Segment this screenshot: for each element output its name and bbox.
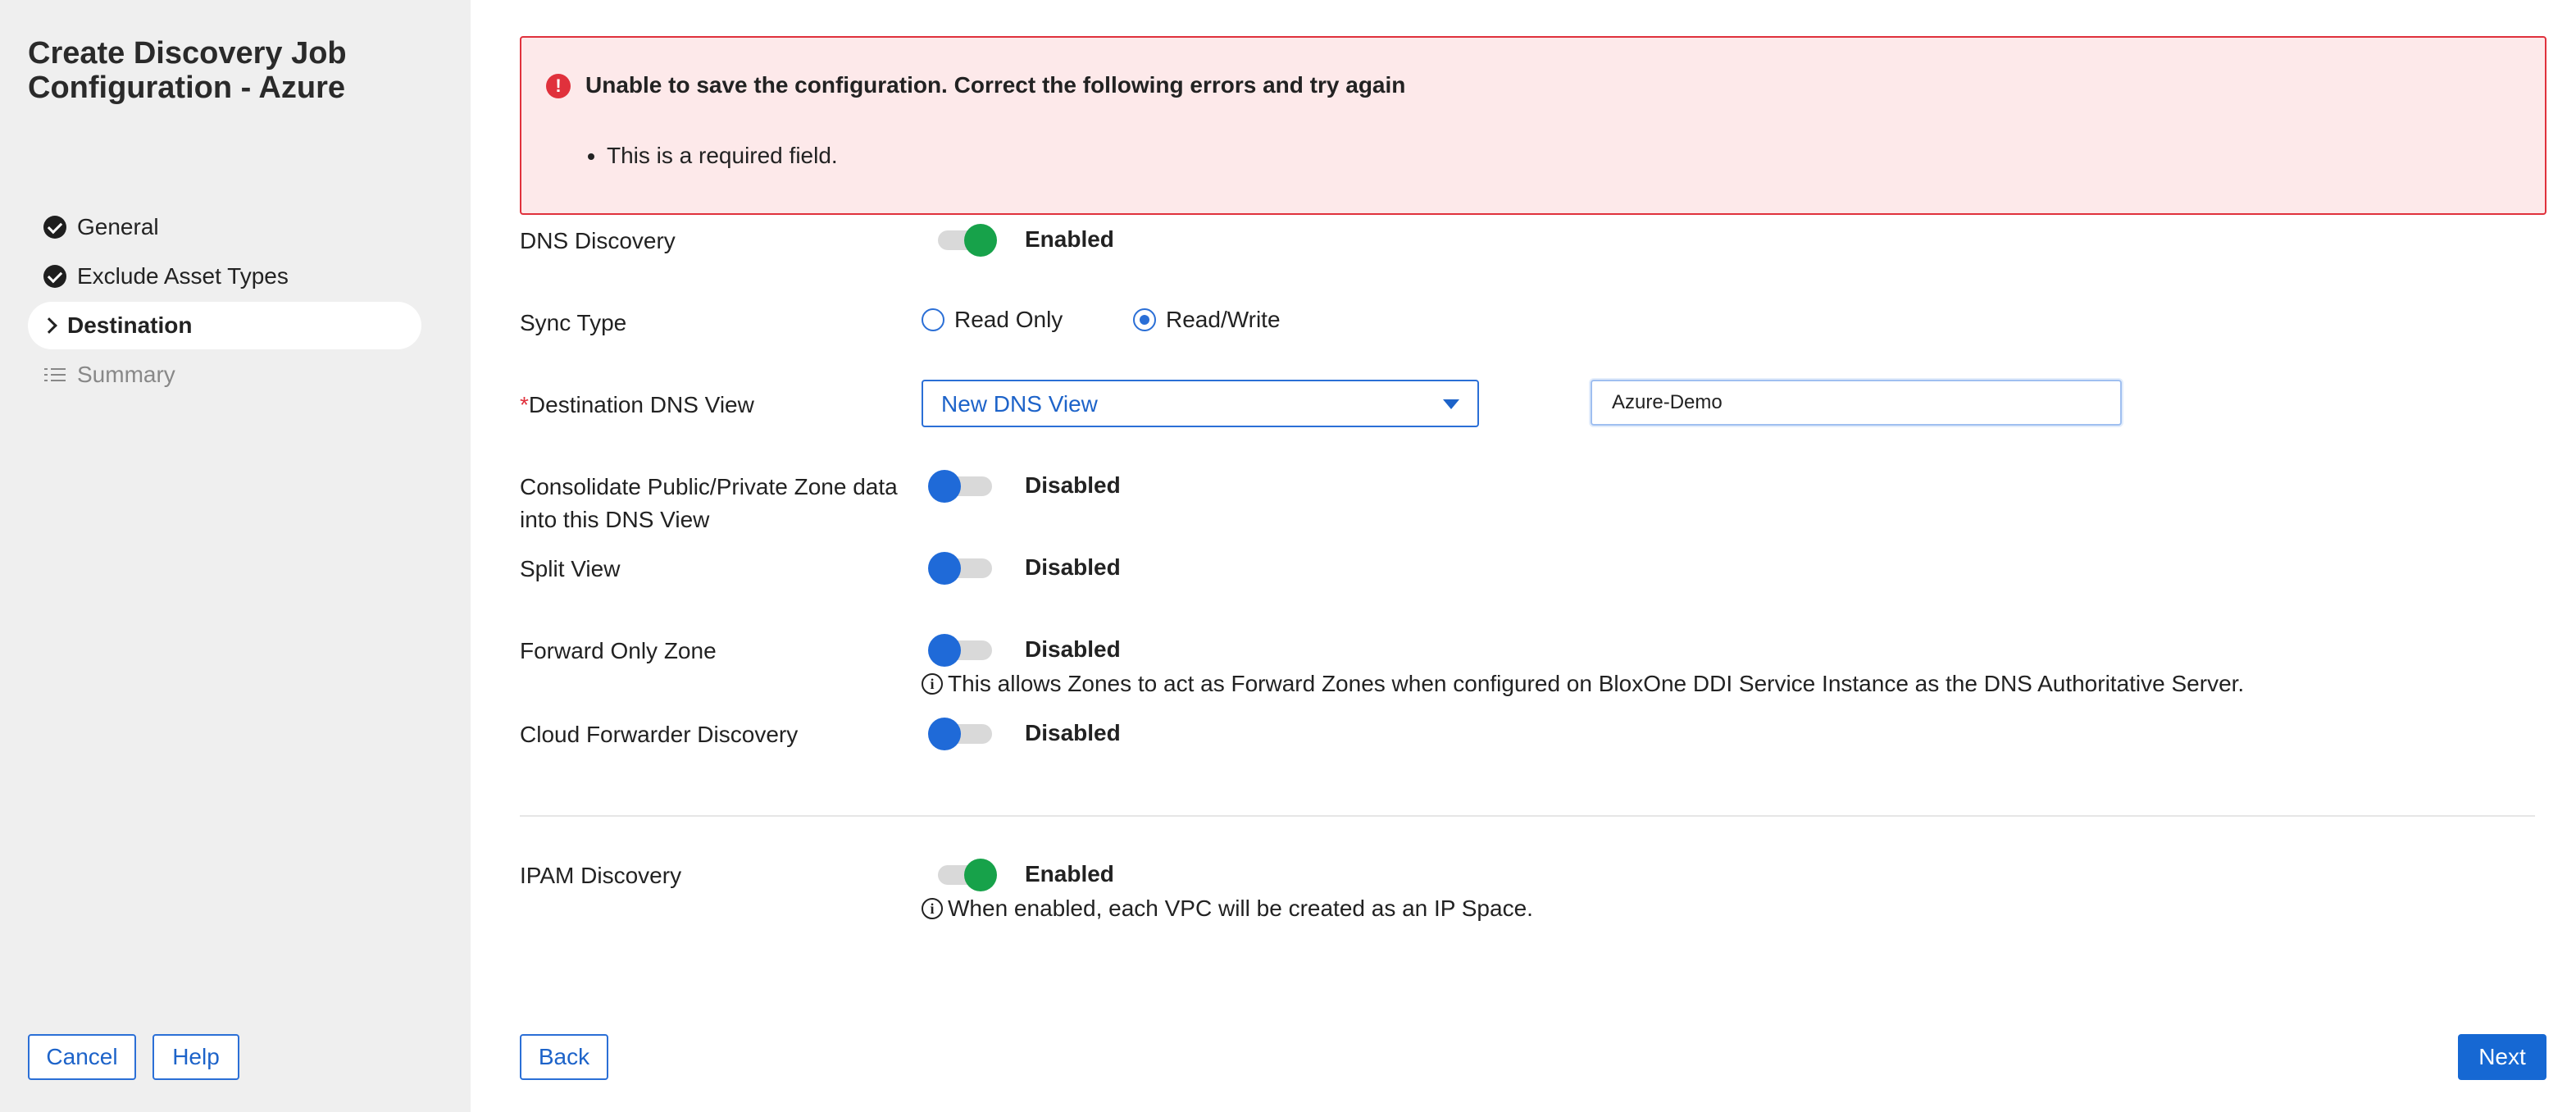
step-label: Destination — [67, 312, 193, 338]
radio-label: Read Only — [954, 307, 1063, 332]
radio-button[interactable] — [1133, 308, 1156, 331]
step-general[interactable]: General — [28, 203, 421, 251]
select-value: New DNS View — [941, 391, 1098, 417]
cloud-forwarder-state: Disabled — [1025, 720, 1121, 745]
radio-read-write[interactable]: Read/Write — [1133, 307, 1281, 333]
radio-read-only[interactable]: Read Only — [922, 307, 1063, 333]
caret-down-icon — [1443, 399, 1459, 409]
step-label: Exclude Asset Types — [77, 263, 289, 289]
error-title: Unable to save the configuration. Correc… — [585, 72, 1406, 98]
wizard-title: Create Discovery Job Configuration - Azu… — [28, 36, 347, 105]
error-item: This is a required field. — [607, 143, 838, 169]
new-dns-view-name-input[interactable] — [1591, 380, 2122, 426]
destination-dns-view-label: *Destination DNS View — [520, 389, 754, 422]
info-icon: i — [922, 673, 943, 695]
radio-button[interactable] — [922, 308, 944, 331]
label-text: Destination DNS View — [528, 392, 754, 417]
cloud-forwarder-toggle[interactable] — [926, 713, 1000, 754]
info-text: This allows Zones to act as Forward Zone… — [948, 671, 2245, 696]
dns-discovery-state: Enabled — [1025, 226, 1114, 252]
split-view-toggle[interactable] — [926, 548, 1000, 589]
step-exclude-asset-types[interactable]: Exclude Asset Types — [28, 253, 421, 300]
check-circle-icon — [43, 264, 67, 289]
consolidate-state: Disabled — [1025, 472, 1121, 498]
consolidate-toggle[interactable] — [926, 466, 1000, 507]
step-label: General — [77, 214, 159, 239]
destination-form: ! Unable to save the configuration. Corr… — [471, 0, 2576, 1112]
cloud-forwarder-label: Cloud Forwarder Discovery — [520, 722, 799, 747]
sync-type-label: Sync Type — [520, 310, 627, 335]
forward-only-zone-toggle[interactable] — [926, 630, 1000, 671]
split-view-label: Split View — [520, 556, 621, 581]
section-divider — [520, 815, 2535, 817]
step-summary: Summary — [28, 351, 421, 399]
ipam-discovery-toggle[interactable] — [926, 855, 1000, 896]
ipam-discovery-label: IPAM Discovery — [520, 863, 682, 888]
wizard-steps: General Exclude Asset Types Destination … — [28, 203, 421, 400]
dns-discovery-toggle[interactable] — [926, 220, 1000, 261]
list-check-icon — [43, 362, 67, 387]
forward-only-zone-label: Forward Only Zone — [520, 638, 717, 663]
step-destination[interactable]: Destination — [28, 302, 421, 349]
error-list: This is a required field. — [590, 143, 838, 169]
cancel-button[interactable]: Cancel — [28, 1034, 136, 1080]
next-button[interactable]: Next — [2458, 1034, 2546, 1080]
split-view-state: Disabled — [1025, 554, 1121, 580]
help-button[interactable]: Help — [152, 1034, 239, 1080]
required-marker: * — [520, 392, 529, 417]
wizard-sidebar: Create Discovery Job Configuration - Azu… — [0, 0, 471, 1112]
info-text: When enabled, each VPC will be created a… — [948, 896, 1533, 921]
back-button[interactable]: Back — [520, 1034, 608, 1080]
dns-discovery-label: DNS Discovery — [520, 228, 676, 253]
step-label: Summary — [77, 362, 175, 387]
info-icon: i — [922, 898, 943, 919]
error-banner: ! Unable to save the configuration. Corr… — [520, 36, 2546, 215]
chevron-right-icon — [41, 313, 61, 338]
error-icon: ! — [546, 74, 571, 98]
forward-only-zone-info: i This allows Zones to act as Forward Zo… — [922, 671, 2244, 697]
dns-view-select[interactable]: New DNS View — [922, 380, 1479, 427]
label-line: into this DNS View — [520, 507, 710, 532]
forward-only-zone-state: Disabled — [1025, 636, 1121, 662]
label-line: Consolidate Public/Private Zone data — [520, 474, 898, 499]
ipam-discovery-state: Enabled — [1025, 861, 1114, 886]
check-circle-icon — [43, 215, 67, 239]
consolidate-label: Consolidate Public/Private Zone data int… — [520, 471, 898, 536]
radio-label: Read/Write — [1166, 307, 1281, 332]
ipam-discovery-info: i When enabled, each VPC will be created… — [922, 896, 1533, 922]
